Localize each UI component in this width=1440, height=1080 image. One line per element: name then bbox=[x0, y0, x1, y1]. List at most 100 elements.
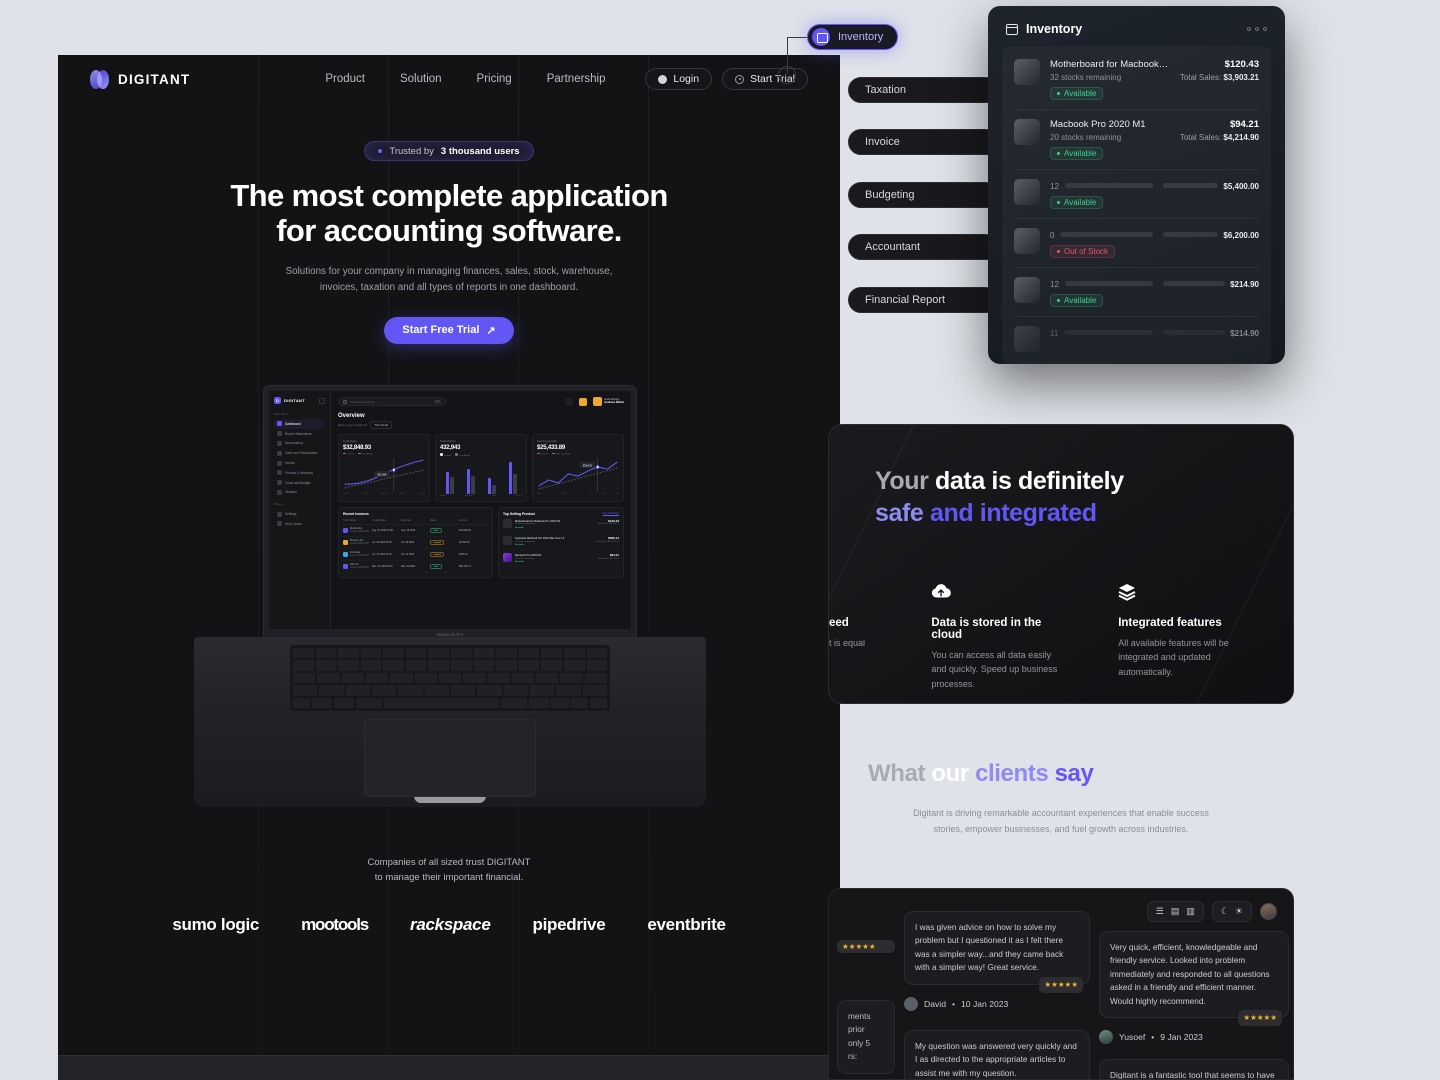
feature-pill-invoice[interactable]: Invoice bbox=[848, 129, 998, 155]
cloud-upload-icon bbox=[931, 583, 1060, 603]
nav-link-partnership[interactable]: Partnership bbox=[547, 73, 606, 85]
footer-band bbox=[58, 1055, 840, 1080]
safe-title-part3: safe bbox=[875, 499, 930, 527]
sidebar-section-others: Others bbox=[274, 502, 283, 507]
top-selling-product-panel: Top Selling Product See All Product Moth… bbox=[498, 506, 624, 578]
grid-view-icon[interactable]: ▤ bbox=[1171, 906, 1180, 917]
reviews-panel: ☰ ▤ ▥ ☾ ☀ ★★★★★ ments prior only 5 rs: ★… bbox=[828, 888, 1294, 1080]
feature-body: All available features will be integrate… bbox=[1118, 638, 1229, 677]
testimonial-text: Very quick, efficient, knowledgeable and… bbox=[1110, 942, 1270, 1006]
axis-tick: Desktop bbox=[464, 494, 473, 497]
user-icon bbox=[658, 74, 668, 84]
sidebar-item-settings[interactable]: Settings bbox=[274, 509, 325, 519]
sidebar-item-product-inventory[interactable]: Product & Inventory bbox=[274, 468, 325, 478]
theme-toggle[interactable]: ☾ ☀ bbox=[1211, 901, 1252, 922]
speed-icon bbox=[829, 583, 873, 603]
testimonial-card: My question was answered very quickly an… bbox=[904, 1029, 1090, 1079]
search-input[interactable]: Search something... ⌘K bbox=[338, 397, 446, 406]
table-row[interactable]: Jaro Inc. Invoice #0001699 Mar. 16 2023 0… bbox=[343, 561, 488, 573]
user-profile[interactable]: Good Morning, Andreas Malmi bbox=[593, 397, 624, 406]
total-sales-value: $214.90 bbox=[1230, 280, 1259, 289]
sidebar-item-label: Taxation bbox=[285, 490, 297, 495]
column-header: Created Date bbox=[372, 518, 387, 522]
product-name: Macbook Pro 2020 M1 bbox=[1050, 119, 1146, 130]
start-free-trial-button[interactable]: Start Free Trial ↗ bbox=[384, 316, 514, 344]
apps-grid-icon[interactable] bbox=[565, 397, 574, 406]
product-row[interactable]: Keyboard Macbook Pro 2010 Mac Core i-5 4… bbox=[503, 533, 619, 551]
report-icon bbox=[277, 431, 282, 437]
table-row[interactable]: Formedia Invoice #0001703 Jul. 17 2023 10… bbox=[343, 549, 488, 561]
product-row[interactable]: Motherboard for Macbook Pro 2020 M1 32 s… bbox=[503, 516, 619, 533]
sidebar-item-taxation[interactable]: Taxation bbox=[274, 487, 325, 497]
table-row[interactable]: Property Inc. Invoice #0001708 Jul. 22 20… bbox=[343, 537, 488, 549]
testimonial-card: Digitant is a fantastic tool that seems … bbox=[1099, 1059, 1289, 1079]
inventory-row[interactable]: Motherboard for Macbook P... 32 stocks r… bbox=[1014, 50, 1259, 110]
feature-pill-accountant[interactable]: Accountant bbox=[848, 234, 998, 260]
product-stock: 0 bbox=[1050, 231, 1055, 240]
product-total: Total Sales: $4,214.90 bbox=[597, 557, 619, 560]
sidebar-item-label: Product & Inventory bbox=[285, 470, 313, 475]
sidebar-item-invoice[interactable]: Invoice bbox=[274, 458, 325, 468]
list-view-icon[interactable]: ☰ bbox=[1156, 906, 1164, 917]
sun-icon[interactable]: ☀ bbox=[1235, 906, 1243, 917]
sidebar-item-costs-and-budget[interactable]: Costs and Budget bbox=[274, 478, 325, 488]
nav-link-product[interactable]: Product bbox=[325, 73, 365, 85]
rating-stars: ★★★★★ bbox=[1238, 1010, 1282, 1027]
range-select[interactable]: This Month bbox=[370, 421, 393, 429]
sidebar-item-accountancy[interactable]: Accountancy bbox=[274, 439, 325, 449]
sidebar-item-dashboard[interactable]: Dashboard bbox=[274, 419, 325, 429]
inventory-row[interactable]: Macbook Pro 2020 M1 20 stocks remaining … bbox=[1014, 110, 1259, 170]
feature-body: t is equal bbox=[829, 638, 866, 648]
status-badge: Paid bbox=[430, 563, 442, 570]
feature-pill-budgeting[interactable]: Budgeting bbox=[848, 182, 998, 208]
line-chart: $21,434 bbox=[343, 458, 425, 493]
product-row[interactable]: Macbook Pro 2020 M1 20 stocks remaining … bbox=[503, 550, 619, 568]
feature-title: Data is stored in the cloud bbox=[931, 617, 1042, 641]
product-status: Available bbox=[515, 561, 524, 564]
trusted-badge: Trusted by 3 thousand users bbox=[364, 141, 534, 161]
inventory-row[interactable]: 0 Out of Stock $6,200.00 bbox=[1014, 219, 1259, 268]
see-all-product-link[interactable]: See All Product bbox=[603, 512, 619, 515]
feature-title: Integrated features bbox=[1118, 617, 1222, 629]
hero-title-line2: for accounting software. bbox=[276, 212, 622, 248]
testimonial-card: I was given advice on how to solve my pr… bbox=[904, 911, 1090, 993]
feature-pill-stack: Inventory Taxation Invoice Budgeting Acc… bbox=[778, 0, 998, 330]
inventory-row[interactable]: 12 Available $214.90 bbox=[1014, 268, 1259, 317]
nav-link-solution[interactable]: Solution bbox=[400, 73, 442, 85]
sidebar-item-help-center[interactable]: Help Center bbox=[274, 519, 325, 529]
clients-title-part1: What bbox=[868, 760, 932, 787]
user-avatar[interactable] bbox=[1260, 903, 1277, 920]
table-row[interactable]: Medical Inc. Invoice #0001709 Aug. 01 202… bbox=[343, 525, 488, 537]
status-badge: Available bbox=[1050, 294, 1104, 307]
login-button[interactable]: Login bbox=[645, 68, 713, 90]
feature-pill-label: Taxation bbox=[865, 84, 906, 96]
amount: $36,103.73 bbox=[459, 564, 471, 568]
feature-pill-inventory-active[interactable]: Inventory bbox=[807, 24, 899, 50]
bell-icon[interactable] bbox=[579, 397, 588, 406]
brand-logo[interactable]: DIGITANT bbox=[90, 69, 191, 89]
collapse-icon[interactable] bbox=[319, 397, 325, 404]
feature-pill-label: Inventory bbox=[838, 31, 884, 43]
clients-sub-line2: stories, empower businesses, and fuel gr… bbox=[933, 823, 1189, 834]
feature-pill-financial-report[interactable]: Financial Report bbox=[848, 287, 998, 313]
moon-icon[interactable]: ☾ bbox=[1221, 906, 1229, 917]
view-mode-switch[interactable]: ☰ ▤ ▥ bbox=[1146, 901, 1204, 922]
dashboard-topbar: Search something... ⌘K Good Morning, And… bbox=[338, 397, 624, 406]
brand-name: DIGITANT bbox=[118, 71, 191, 87]
inventory-row[interactable]: 11 $214.90 bbox=[1014, 317, 1259, 361]
status-badge: Out of Stock bbox=[1050, 245, 1116, 258]
dashboard-brand-name: DIGITANT bbox=[284, 398, 305, 403]
feature-pill-taxation[interactable]: Taxation bbox=[848, 77, 998, 103]
product-price: $94.21 bbox=[1229, 119, 1259, 130]
inventory-row[interactable]: 12 Available $5,400.00 bbox=[1014, 170, 1259, 219]
nav-link-pricing[interactable]: Pricing bbox=[477, 73, 512, 85]
sidebar-item-report-statements[interactable]: Report Statements bbox=[274, 429, 325, 439]
testimonial-block: My question was answered very quickly an… bbox=[904, 1020, 1090, 1079]
dashboard-logo-icon: D bbox=[274, 397, 281, 404]
more-options-icon[interactable] bbox=[1247, 27, 1267, 31]
due-date: Aug. 08 2023 bbox=[401, 528, 416, 532]
column-view-icon[interactable]: ▥ bbox=[1186, 906, 1195, 917]
chart-legend: Current Rev. ast Week bbox=[537, 452, 619, 455]
sidebar-item-cash-and-transactions[interactable]: Cash and Transactions bbox=[274, 448, 325, 458]
digitant-logo-icon bbox=[90, 69, 109, 89]
